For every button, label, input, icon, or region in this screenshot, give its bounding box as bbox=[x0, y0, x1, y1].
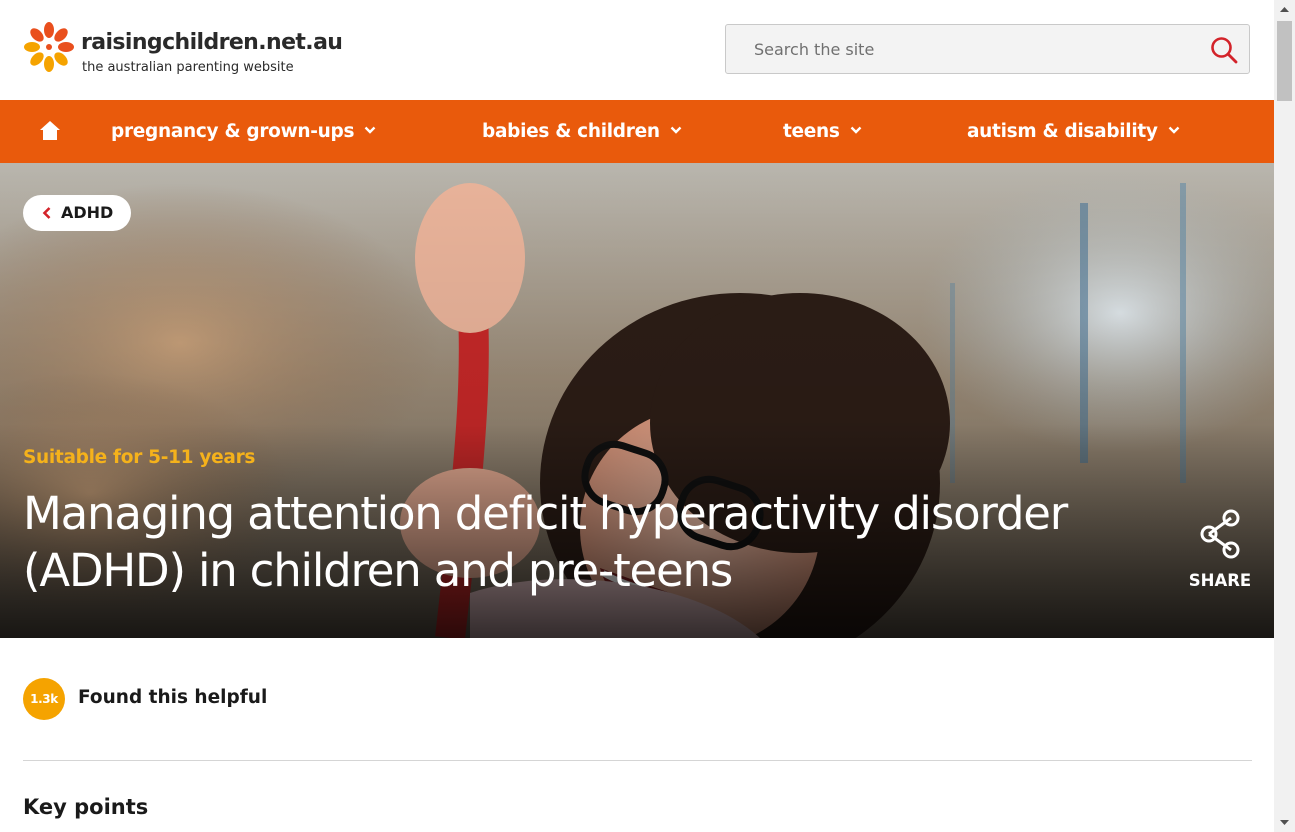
nav-item-pregnancy[interactable]: pregnancy & grown-ups bbox=[111, 100, 376, 163]
nav-home-button[interactable] bbox=[38, 120, 62, 142]
page-title: Managing attention deficit hyperactivity… bbox=[23, 485, 1173, 599]
chevron-down-icon bbox=[850, 126, 861, 134]
site-name: raisingchildren.net.au bbox=[81, 30, 343, 55]
share-label: SHARE bbox=[1188, 571, 1252, 590]
chevron-down-icon bbox=[364, 126, 376, 134]
scroll-down-arrow-icon[interactable] bbox=[1274, 812, 1295, 832]
share-icon bbox=[1200, 509, 1240, 559]
divider bbox=[23, 760, 1252, 761]
age-suitability: Suitable for 5-11 years bbox=[23, 447, 256, 468]
search-input[interactable] bbox=[726, 25, 1196, 73]
search-icon bbox=[1211, 37, 1238, 64]
site-logo-link[interactable]: raisingchildren.net.au the australian pa… bbox=[22, 20, 343, 78]
sunflower-logo-icon bbox=[24, 22, 74, 72]
share-button[interactable]: SHARE bbox=[1186, 509, 1254, 593]
site-header: raisingchildren.net.au the australian pa… bbox=[0, 0, 1274, 100]
search-button[interactable] bbox=[1209, 35, 1239, 65]
nav-item-label: pregnancy & grown-ups bbox=[111, 121, 355, 142]
helpful-label: Found this helpful bbox=[78, 687, 268, 708]
site-tagline: the australian parenting website bbox=[82, 60, 294, 75]
chevron-down-icon bbox=[1168, 126, 1180, 134]
nav-item-label: teens bbox=[783, 121, 840, 142]
nav-item-label: autism & disability bbox=[967, 121, 1158, 142]
chevron-left-icon bbox=[42, 207, 51, 219]
nav-item-label: babies & children bbox=[482, 121, 660, 142]
page-scrollbar[interactable] bbox=[1274, 0, 1295, 832]
helpful-count-badge: 1.3k bbox=[23, 678, 65, 720]
page: raisingchildren.net.au the australian pa… bbox=[0, 0, 1274, 832]
scrollbar-thumb[interactable] bbox=[1277, 21, 1292, 101]
hero-banner: ADHD Suitable for 5-11 years Managing at… bbox=[0, 163, 1274, 638]
chevron-down-icon bbox=[670, 126, 682, 134]
page-title-line-1: Managing attention deficit hyperactivity… bbox=[23, 487, 1068, 540]
home-icon bbox=[40, 121, 60, 140]
nav-item-teens[interactable]: teens bbox=[783, 100, 862, 163]
search-box bbox=[725, 24, 1250, 74]
nav-item-babies[interactable]: babies & children bbox=[482, 100, 682, 163]
back-link-label: ADHD bbox=[61, 203, 114, 222]
key-points-heading: Key points bbox=[23, 795, 149, 819]
back-to-adhd-link[interactable]: ADHD bbox=[23, 195, 131, 231]
page-title-line-2: (ADHD) in children and pre-teens bbox=[23, 544, 733, 597]
scroll-up-arrow-icon[interactable] bbox=[1274, 0, 1295, 20]
nav-item-autism[interactable]: autism & disability bbox=[967, 100, 1180, 163]
main-nav: pregnancy & grown-ups babies & children … bbox=[0, 100, 1274, 163]
